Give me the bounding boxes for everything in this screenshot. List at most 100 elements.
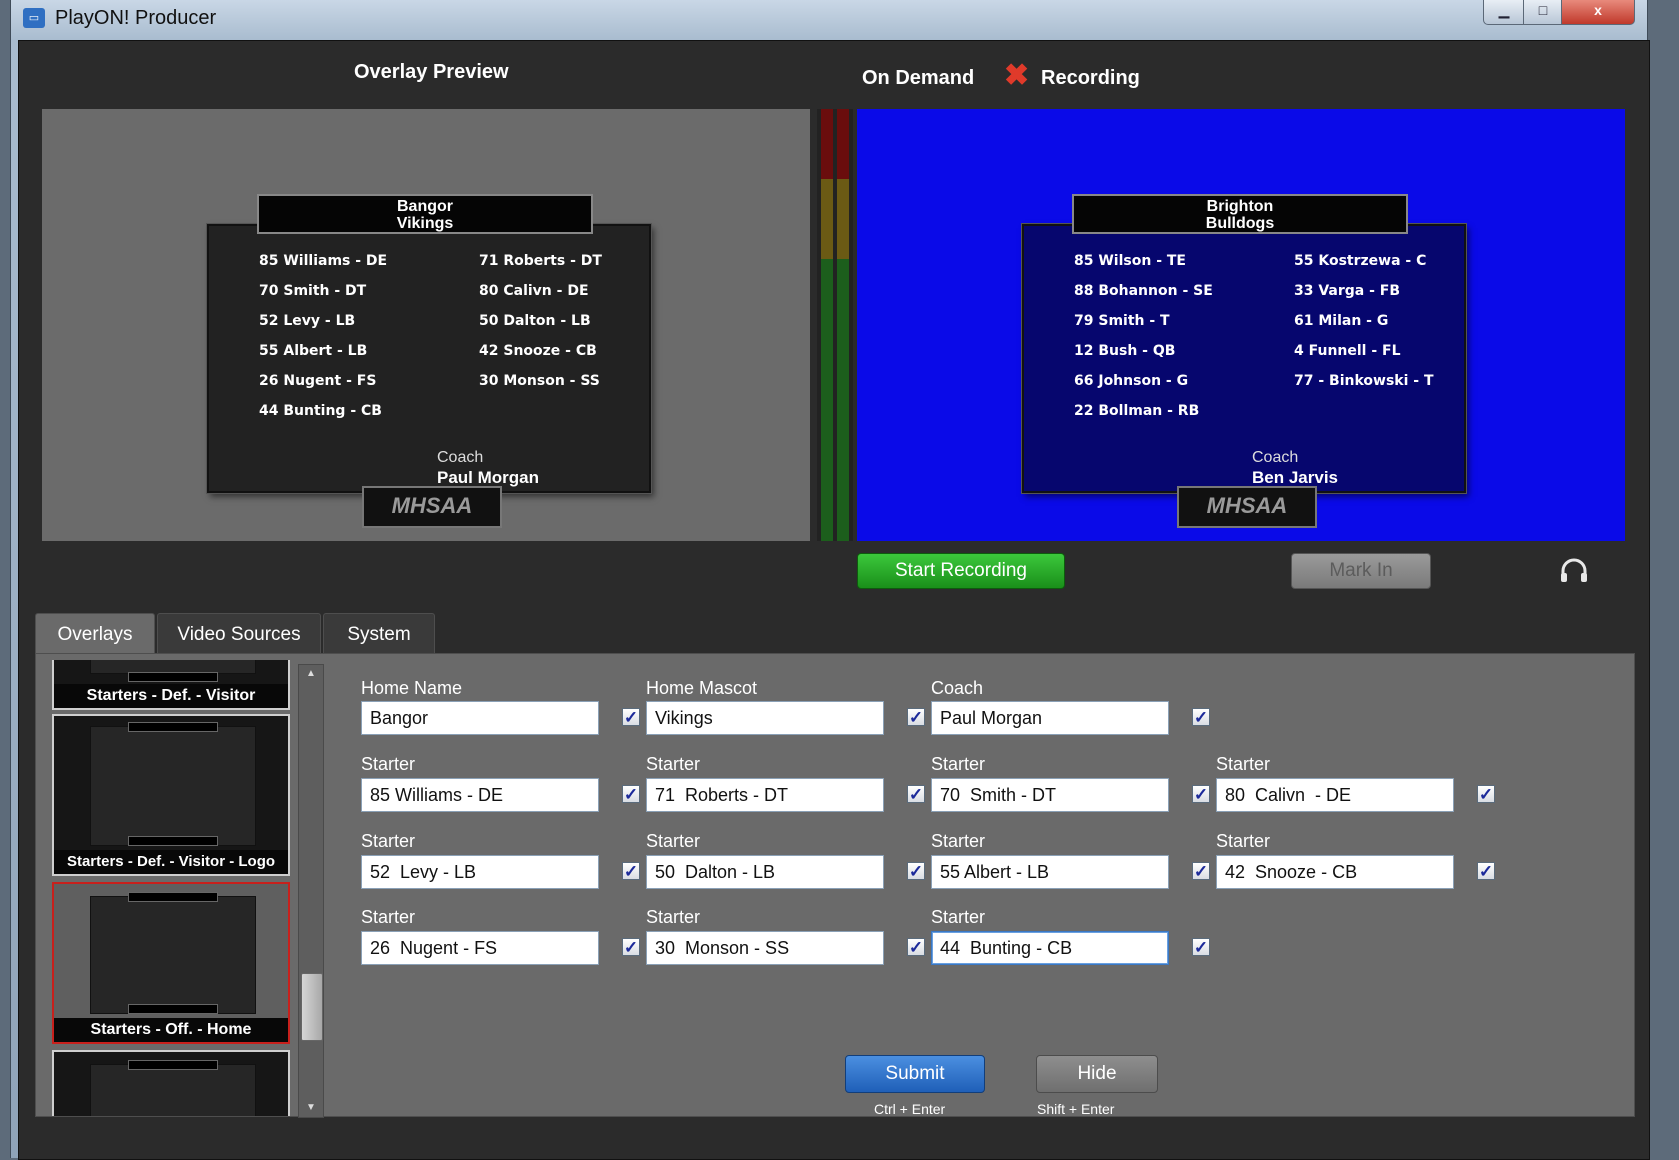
- starter-label: Starter: [1216, 831, 1271, 851]
- starter-checkbox[interactable]: ✓: [1192, 938, 1210, 956]
- thumbnail-label: Starters - Def. - Visitor - Logo: [54, 850, 288, 874]
- player-line: 61 Milan - G: [1294, 313, 1389, 329]
- team-mascot: Bulldogs: [1205, 215, 1275, 232]
- recording-label[interactable]: Recording: [1041, 67, 1140, 90]
- starter-input[interactable]: [361, 855, 599, 889]
- starter-checkbox[interactable]: ✓: [1477, 785, 1495, 803]
- starter-label: Starter: [361, 831, 416, 851]
- tab-video-sources[interactable]: Video Sources: [157, 613, 321, 656]
- thumbnail-label: Starters - Off. - Home: [54, 1018, 288, 1042]
- lineup-card: Brighton Bulldogs 85 Wilson - TE 88 Boha…: [1022, 194, 1466, 528]
- scroll-up-icon[interactable]: ▲: [299, 665, 323, 683]
- starter-input[interactable]: [361, 931, 599, 965]
- overlay-thumbnail[interactable]: [52, 1050, 290, 1116]
- starter-label: Starter: [931, 754, 986, 774]
- starter-input[interactable]: [1216, 778, 1454, 812]
- thumbnail-tab: [128, 722, 218, 732]
- window-title: PlayON! Producer: [55, 7, 217, 29]
- starter-input[interactable]: [931, 855, 1169, 889]
- player-line: 85 Williams - DE: [259, 253, 388, 269]
- headphones-icon[interactable]: [1559, 555, 1589, 585]
- start-recording-button[interactable]: Start Recording: [857, 553, 1065, 589]
- program-output-pane: Brighton Bulldogs 85 Wilson - TE 88 Boha…: [857, 109, 1625, 541]
- starter-checkbox[interactable]: ✓: [622, 862, 640, 880]
- starter-checkbox[interactable]: ✓: [907, 785, 925, 803]
- thumbnail-scrollbar[interactable]: ▲ ▼: [298, 664, 324, 1118]
- starter-checkbox[interactable]: ✓: [907, 938, 925, 956]
- coach-checkbox[interactable]: ✓: [1192, 708, 1210, 726]
- player-line: 52 Levy - LB: [259, 313, 356, 329]
- scrollbar-thumb[interactable]: [301, 973, 323, 1041]
- starter-checkbox[interactable]: ✓: [622, 785, 640, 803]
- overlay-thumbnail[interactable]: Starters - Def. - Visitor - Logo: [52, 714, 290, 876]
- player-column-left: 85 Wilson - TE 88 Bohannon - SE 79 Smith…: [1074, 253, 1213, 433]
- hide-button[interactable]: Hide: [1036, 1055, 1158, 1093]
- starter-label: Starter: [361, 754, 416, 774]
- thumbnail-preview: [90, 726, 256, 846]
- player-line: 12 Bush - QB: [1074, 343, 1176, 359]
- player-line: 55 Albert - LB: [259, 343, 368, 359]
- player-line: 30 Monson - SS: [479, 373, 600, 389]
- starter-label: Starter: [646, 831, 701, 851]
- starter-label: Starter: [646, 754, 701, 774]
- starter-input[interactable]: [646, 931, 884, 965]
- minimize-button[interactable]: ▁: [1483, 0, 1525, 25]
- team-mascot: Vikings: [396, 215, 454, 232]
- mhsaa-logo: MHSAA: [1177, 486, 1317, 528]
- starter-checkbox[interactable]: ✓: [1192, 785, 1210, 803]
- home-name-checkbox[interactable]: ✓: [622, 708, 640, 726]
- overlay-template-list: Starters - Def. - Visitor Starters - Def…: [52, 660, 292, 1116]
- player-line: 4 Funnell - FL: [1294, 343, 1401, 359]
- audio-meter-left: [821, 109, 833, 541]
- home-mascot-checkbox[interactable]: ✓: [907, 708, 925, 726]
- thumbnail-tab: [128, 1060, 218, 1070]
- starter-input[interactable]: [361, 778, 599, 812]
- player-line: 22 Bollman - RB: [1074, 403, 1200, 419]
- player-line: 88 Bohannon - SE: [1074, 283, 1213, 299]
- player-column-right: 71 Roberts - DT 80 Calivn - DE 50 Dalton…: [479, 253, 602, 403]
- starter-input[interactable]: [646, 855, 884, 889]
- coach-name: Ben Jarvis: [1252, 468, 1338, 487]
- home-mascot-input[interactable]: [646, 701, 884, 735]
- starter-label: Starter: [361, 907, 416, 927]
- starter-input[interactable]: [646, 778, 884, 812]
- thumbnail-tab: [128, 1004, 218, 1014]
- mhsaa-logo: MHSAA: [362, 486, 502, 528]
- starter-input[interactable]: [1216, 855, 1454, 889]
- starter-checkbox[interactable]: ✓: [1192, 862, 1210, 880]
- coach-input[interactable]: [931, 701, 1169, 735]
- home-name-input[interactable]: [361, 701, 599, 735]
- on-demand-label[interactable]: On Demand: [862, 67, 974, 90]
- starter-input[interactable]: [931, 778, 1169, 812]
- team-name-banner: Brighton Bulldogs: [1072, 194, 1408, 234]
- starter-label: Starter: [1216, 754, 1271, 774]
- thumbnail-tab: [128, 672, 218, 682]
- scroll-down-icon[interactable]: ▼: [299, 1099, 323, 1117]
- submit-button[interactable]: Submit: [845, 1055, 985, 1093]
- close-button[interactable]: x: [1561, 0, 1635, 25]
- player-line: 71 Roberts - DT: [479, 253, 602, 269]
- starter-checkbox[interactable]: ✓: [907, 862, 925, 880]
- thumbnail-label: Starters - Def. - Visitor: [54, 684, 288, 708]
- player-line: 70 Smith - DT: [259, 283, 367, 299]
- player-line: 44 Bunting - CB: [259, 403, 382, 419]
- starter-checkbox[interactable]: ✓: [622, 938, 640, 956]
- title-bar: ▭ PlayON! Producer ▁ □ x: [11, 0, 1647, 38]
- coach-label: Coach: [437, 449, 484, 466]
- overlay-thumbnail-selected[interactable]: Starters - Off. - Home: [52, 882, 290, 1044]
- submit-shortcut-hint: Ctrl + Enter: [874, 1101, 946, 1117]
- maximize-button[interactable]: □: [1523, 0, 1563, 25]
- thumbnail-tab: [128, 892, 218, 902]
- home-mascot-label: Home Mascot: [646, 678, 758, 698]
- thumbnail-preview: [90, 1064, 256, 1116]
- overlay-thumbnail[interactable]: Starters - Def. - Visitor: [52, 660, 290, 710]
- starter-label: Starter: [646, 907, 701, 927]
- starter-input-focused[interactable]: [931, 931, 1169, 965]
- tab-overlays[interactable]: Overlays: [35, 613, 155, 656]
- home-name-label: Home Name: [361, 678, 463, 698]
- coach-name: Paul Morgan: [437, 468, 540, 487]
- thumbnail-tab: [128, 836, 218, 846]
- mark-in-button[interactable]: Mark In: [1291, 553, 1431, 589]
- tab-system[interactable]: System: [323, 613, 435, 656]
- starter-checkbox[interactable]: ✓: [1477, 862, 1495, 880]
